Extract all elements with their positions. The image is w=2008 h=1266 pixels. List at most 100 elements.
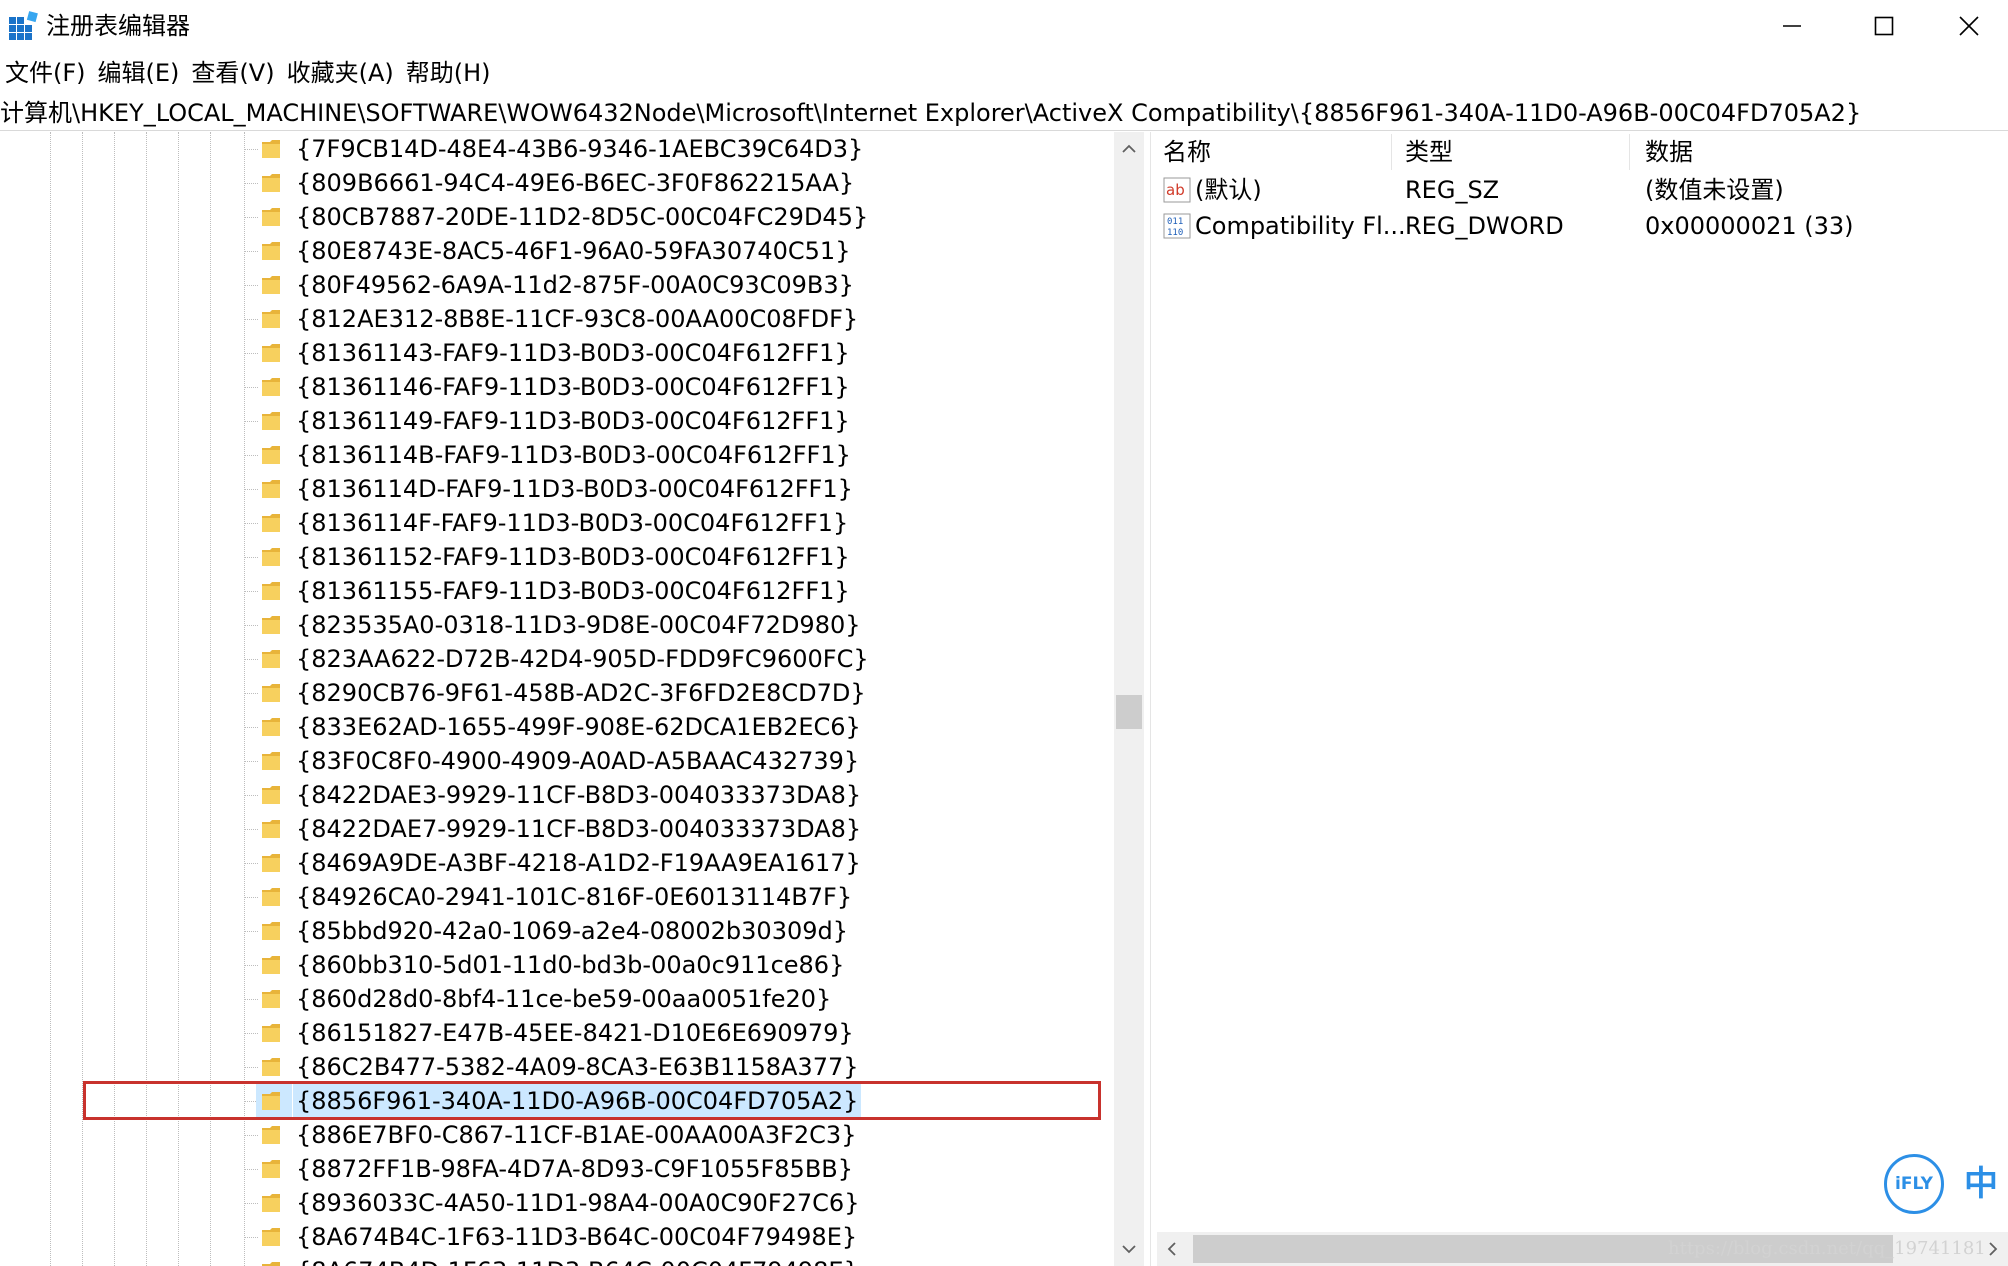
close-icon — [1959, 16, 1979, 36]
folder-icon — [262, 1228, 280, 1246]
tree-item[interactable]: {81361146-FAF9-11D3-B0D3-00C04F612FF1} — [0, 370, 1116, 404]
tree-item-label: {8136114F-FAF9-11D3-B0D3-00C04F612FF1} — [296, 509, 849, 537]
menu-help[interactable]: 帮助(H) — [401, 54, 498, 92]
tree-item[interactable]: {860bb310-5d01-11d0-bd3b-00a0c911ce86} — [0, 948, 1116, 982]
folder-icon — [262, 582, 280, 600]
tree-item[interactable]: {7F9CB14D-48E4-43B6-9346-1AEBC39C64D3} — [0, 132, 1116, 166]
folder-icon — [262, 378, 280, 396]
tree-vertical-scrollbar[interactable] — [1114, 132, 1144, 1266]
tree-item[interactable]: {8936033C-4A50-11D1-98A4-00A0C90F27C6} — [0, 1186, 1116, 1220]
tree-item[interactable]: {81361143-FAF9-11D3-B0D3-00C04F612FF1} — [0, 336, 1116, 370]
tree-item-label: {81361146-FAF9-11D3-B0D3-00C04F612FF1} — [296, 373, 850, 401]
folder-icon — [262, 820, 280, 838]
tree-item[interactable]: {86151827-E47B-45EE-8421-D10E6E690979} — [0, 1016, 1116, 1050]
tree-item-label: {81361155-FAF9-11D3-B0D3-00C04F612FF1} — [296, 577, 850, 605]
tree-connector — [244, 489, 258, 490]
folder-icon — [262, 990, 280, 1008]
tree-item[interactable]: {84926CA0-2941-101C-816F-0E6013114B7F} — [0, 880, 1116, 914]
tree-connector — [244, 693, 258, 694]
tree-item-label: {8136114B-FAF9-11D3-B0D3-00C04F612FF1} — [296, 441, 851, 469]
tree-item[interactable]: {833E62AD-1655-499F-908E-62DCA1EB2EC6} — [0, 710, 1116, 744]
tree-item[interactable]: {886E7BF0-C867-11CF-B1AE-00AA00A3F2C3} — [0, 1118, 1116, 1152]
column-header-name[interactable]: 名称 — [1163, 134, 1211, 170]
value-data: 0x00000021 (33) — [1645, 212, 1854, 240]
tree-item-label: {833E62AD-1655-499F-908E-62DCA1EB2EC6} — [296, 713, 861, 741]
scroll-thumb[interactable] — [1116, 695, 1142, 729]
tree-item[interactable]: {80CB7887-20DE-11D2-8D5C-00C04FC29D45} — [0, 200, 1116, 234]
tree-item[interactable]: {8A674B4C-1F63-11D3-B64C-00C04F79498E} — [0, 1220, 1116, 1254]
ime-widget[interactable]: iFLY 中 — [1884, 1150, 2008, 1220]
value-name: Compatibility Fl... — [1195, 212, 1406, 240]
tree-item[interactable]: {81361149-FAF9-11D3-B0D3-00C04F612FF1} — [0, 404, 1116, 438]
tree-item[interactable]: {8469A9DE-A3BF-4218-A1D2-F19AA9EA1617} — [0, 846, 1116, 880]
string-value-icon: ab — [1163, 177, 1191, 203]
tree-item-label: {812AE312-8B8E-11CF-93C8-00AA00C08FDF} — [296, 305, 859, 333]
tree-item-label: {8A674B4D-1F63-11D3-B64C-00C04F79498E} — [293, 1254, 862, 1266]
title-bar: 注册表编辑器 — [0, 0, 2008, 52]
tree-item[interactable]: {812AE312-8B8E-11CF-93C8-00AA00C08FDF} — [0, 302, 1116, 336]
values-list: 名称 类型 数据 ab (默认) REG_SZ (数值未设置) 011 110 … — [1157, 132, 2008, 1266]
tree-item[interactable]: {8422DAE3-9929-11CF-B8D3-004033373DA8} — [0, 778, 1116, 812]
tree-item-label: {8936033C-4A50-11D1-98A4-00A0C90F27C6} — [296, 1189, 860, 1217]
folder-icon — [262, 1160, 280, 1178]
scroll-down-button[interactable] — [1114, 1236, 1144, 1262]
value-row[interactable]: 011 110 Compatibility Fl... REG_DWORD 0x… — [1157, 208, 2008, 244]
tree-item-label: {80CB7887-20DE-11D2-8D5C-00C04FC29D45} — [296, 203, 869, 231]
tree-item[interactable]: {8872FF1B-98FA-4D7A-8D93-C9F1055F85BB} — [0, 1152, 1116, 1186]
tree-item-label: {83F0C8F0-4900-4909-A0AD-A5BAAC432739} — [296, 747, 860, 775]
scroll-up-button[interactable] — [1114, 136, 1144, 162]
tree-item[interactable]: {86C2B477-5382-4A09-8CA3-E63B1158A377} — [0, 1050, 1116, 1084]
tree-item[interactable]: {8136114F-FAF9-11D3-B0D3-00C04F612FF1} — [0, 506, 1116, 540]
tree-item-label: {80F49562-6A9A-11d2-875F-00A0C93C09B3} — [296, 271, 854, 299]
menu-file[interactable]: 文件(F) — [0, 54, 93, 92]
scroll-left-button[interactable] — [1157, 1232, 1187, 1266]
minimize-button[interactable] — [1746, 0, 1838, 52]
pane-splitter[interactable] — [1150, 132, 1157, 1266]
menu-view[interactable]: 查看(V) — [186, 54, 281, 92]
tree-item-label: {81361143-FAF9-11D3-B0D3-00C04F612FF1} — [296, 339, 850, 367]
tree-connector — [244, 829, 258, 830]
tree-connector — [244, 217, 258, 218]
address-path[interactable]: 计算机\HKEY_LOCAL_MACHINE\SOFTWARE\WOW6432N… — [0, 96, 1861, 130]
folder-icon — [262, 242, 280, 260]
folder-icon — [262, 718, 280, 736]
maximize-button[interactable] — [1838, 0, 1930, 52]
tree-item[interactable]: {8290CB76-9F61-458B-AD2C-3F6FD2E8CD7D} — [0, 676, 1116, 710]
tree-connector — [244, 931, 258, 932]
menu-favorites[interactable]: 收藏夹(A) — [282, 54, 401, 92]
folder-icon — [262, 276, 280, 294]
tree-item[interactable]: {8136114B-FAF9-11D3-B0D3-00C04F612FF1} — [0, 438, 1116, 472]
menu-edit[interactable]: 编辑(E) — [93, 54, 187, 92]
close-button[interactable] — [1930, 0, 2008, 52]
ime-logo[interactable]: iFLY — [1884, 1154, 1944, 1214]
tree-item[interactable]: {809B6661-94C4-49E6-B6EC-3F0F862215AA} — [0, 166, 1116, 200]
tree-item-label: {8422DAE7-9929-11CF-B8D3-004033373DA8} — [296, 815, 862, 843]
tree-connector — [244, 251, 258, 252]
column-separator[interactable] — [1391, 134, 1392, 170]
tree-item[interactable]: {823535A0-0318-11D3-9D8E-00C04F72D980} — [0, 608, 1116, 642]
tree-item-label: {823AA622-D72B-42D4-905D-FDD9FC9600FC} — [296, 645, 869, 673]
tree-connector — [244, 149, 258, 150]
tree-item[interactable]: {8136114D-FAF9-11D3-B0D3-00C04F612FF1} — [0, 472, 1116, 506]
value-row[interactable]: ab (默认) REG_SZ (数值未设置) — [1157, 172, 2008, 208]
column-header-type[interactable]: 类型 — [1405, 134, 1453, 170]
folder-icon — [262, 956, 280, 974]
column-separator[interactable] — [1629, 134, 1630, 170]
tree-item[interactable]: {80E8743E-8AC5-46F1-96A0-59FA30740C51} — [0, 234, 1116, 268]
column-header-data[interactable]: 数据 — [1645, 134, 1693, 170]
folder-icon — [262, 548, 280, 566]
tree-item[interactable]: {823AA622-D72B-42D4-905D-FDD9FC9600FC} — [0, 642, 1116, 676]
tree-item[interactable]: {85bbd920-42a0-1069-a2e4-08002b30309d} — [0, 914, 1116, 948]
tree-item[interactable]: {83F0C8F0-4900-4909-A0AD-A5BAAC432739} — [0, 744, 1116, 778]
tree-connector — [244, 625, 258, 626]
address-bar[interactable]: 计算机\HKEY_LOCAL_MACHINE\SOFTWARE\WOW6432N… — [0, 96, 2008, 131]
tree-item[interactable]: {81361152-FAF9-11D3-B0D3-00C04F612FF1} — [0, 540, 1116, 574]
tree-item[interactable]: {80F49562-6A9A-11d2-875F-00A0C93C09B3} — [0, 268, 1116, 302]
tree-item[interactable]: {8A674B4D-1F63-11D3-B64C-00C04F79498E} — [0, 1254, 1116, 1266]
folder-icon — [262, 1024, 280, 1042]
tree-item[interactable]: {81361155-FAF9-11D3-B0D3-00C04F612FF1} — [0, 574, 1116, 608]
tree-item[interactable]: {860d28d0-8bf4-11ce-be59-00aa0051fe20} — [0, 982, 1116, 1016]
ime-mode-indicator[interactable]: 中 — [1964, 1156, 1998, 1212]
tree-item[interactable]: {8422DAE7-9929-11CF-B8D3-004033373DA8} — [0, 812, 1116, 846]
maximize-icon — [1874, 16, 1894, 36]
